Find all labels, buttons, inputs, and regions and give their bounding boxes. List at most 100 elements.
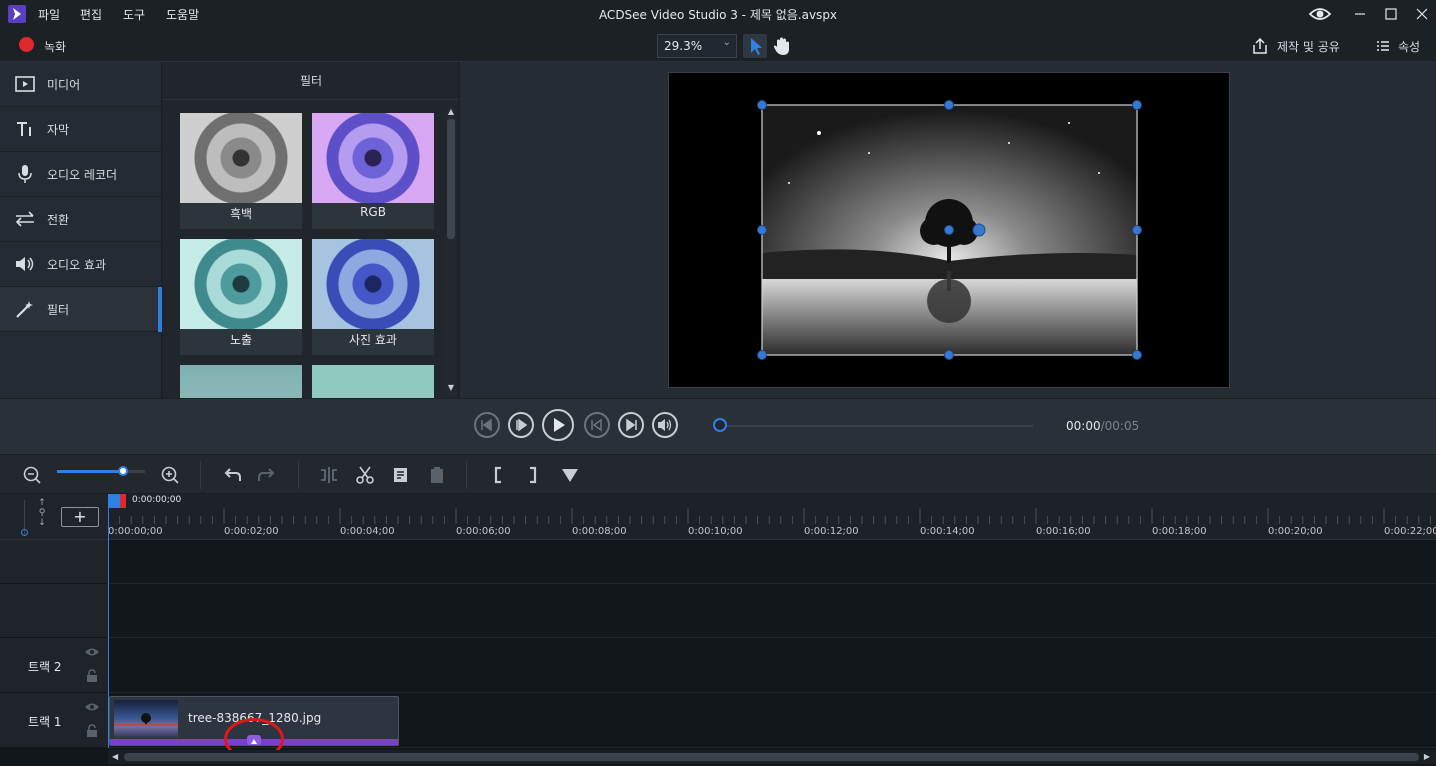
track-header-empty <box>0 584 108 638</box>
filter-preview-image <box>312 113 434 203</box>
maximize-button[interactable] <box>1381 4 1401 24</box>
share-button[interactable]: 제작 및 공유 <box>1250 34 1360 58</box>
track-header-2: 트랙 2 <box>0 638 108 693</box>
zoom-slider-handle[interactable] <box>118 466 128 476</box>
tick-label: 0:00:14;00 <box>920 526 975 537</box>
divider <box>298 461 299 489</box>
properties-button[interactable]: 속성 <box>1374 34 1430 58</box>
scroll-down-icon[interactable]: ▼ <box>446 383 456 392</box>
transport-bar: 00:00/00:05 <box>0 398 1436 454</box>
track-row-empty[interactable] <box>108 540 1436 584</box>
step-back-icon <box>481 418 492 432</box>
track-height-handle[interactable] <box>21 529 28 536</box>
track-row-2[interactable] <box>108 638 1436 693</box>
filter-thumb-rgb[interactable]: RGB <box>312 113 434 229</box>
go-end-button[interactable] <box>618 412 644 438</box>
prev-frame-button[interactable] <box>474 412 500 438</box>
mark-in-button[interactable] <box>486 463 510 487</box>
clip-thumbnail <box>114 700 178 738</box>
cut-button[interactable] <box>353 463 377 487</box>
skip-end-icon <box>626 418 637 432</box>
filter-thumb-blur[interactable] <box>180 365 302 398</box>
list-icon <box>1377 41 1389 51</box>
track-row-empty[interactable] <box>108 584 1436 638</box>
add-marker-button[interactable] <box>558 463 582 487</box>
copy-button[interactable] <box>389 463 413 487</box>
zoom-select[interactable]: 29.3% ⌄ <box>657 34 737 58</box>
filter-scrollbar[interactable]: ▲ ▼ <box>446 107 456 397</box>
magic-wand-icon <box>14 299 36 319</box>
filter-preview-image <box>312 239 434 329</box>
next-frame-button[interactable] <box>508 412 534 438</box>
zoom-value: 29.3% <box>664 39 703 53</box>
play-button[interactable] <box>542 409 574 441</box>
filter-preview-image <box>312 365 434 398</box>
visibility-eye-icon[interactable] <box>84 646 100 658</box>
zoom-out-button[interactable] <box>20 463 44 487</box>
filter-preview-image <box>180 365 302 398</box>
timeline-ruler[interactable]: 0:00:00;00 0:00:00;00 0:00:02;00 0:00:04… <box>108 494 1436 540</box>
sidebar-item-text[interactable]: 자막 <box>0 107 162 152</box>
lock-icon[interactable] <box>86 669 98 683</box>
select-tool-button[interactable] <box>743 34 767 58</box>
record-icon <box>19 37 34 52</box>
tick-label: 0:00:18;00 <box>1152 526 1207 537</box>
scroll-right-icon[interactable]: ▶ <box>1424 750 1430 764</box>
track-zoom-icon: ↑ ⚲ ↓ <box>38 498 46 528</box>
filter-thumb-exposure[interactable]: 노출 <box>180 239 302 355</box>
speaker-icon <box>14 254 36 274</box>
ruler-ticks <box>108 508 1431 524</box>
mark-out-icon <box>530 466 537 484</box>
track-label: 트랙 2 <box>28 660 62 674</box>
sidebar-item-transition[interactable]: 전환 <box>0 197 162 242</box>
pan-tool-button[interactable] <box>770 34 794 58</box>
add-track-button[interactable]: + <box>61 507 99 527</box>
track-header-empty <box>0 540 108 584</box>
sidebar-item-media[interactable]: 미디어 <box>0 62 162 107</box>
app-window: 파일 편집 도구 도움말 ACDSee Video Studio 3 - 제목 … <box>0 0 1436 766</box>
title-bar: 파일 편집 도구 도움말 ACDSee Video Studio 3 - 제목 … <box>0 0 1436 28</box>
close-button[interactable] <box>1412 4 1432 24</box>
filter-scroll-thumb[interactable] <box>447 119 455 239</box>
divider <box>466 461 467 489</box>
filter-thumb-color[interactable] <box>312 365 434 398</box>
sidebar-item-label: 오디오 레코더 <box>47 168 118 182</box>
preview-canvas[interactable] <box>668 72 1230 388</box>
mark-out-button[interactable] <box>521 463 545 487</box>
hand-icon <box>773 37 789 55</box>
volume-button[interactable] <box>652 412 678 438</box>
transition-icon <box>14 209 36 229</box>
play-icon <box>554 418 565 432</box>
undo-button[interactable] <box>220 463 244 487</box>
split-button[interactable] <box>317 463 341 487</box>
filter-thumb-grayscale[interactable]: 흑백 <box>180 113 302 229</box>
zoom-in-icon <box>161 466 179 484</box>
scroll-left-icon[interactable]: ◀ <box>112 750 118 764</box>
scroll-up-icon[interactable]: ▲ <box>446 107 456 116</box>
tick-label: 0:00:20;00 <box>1268 526 1323 537</box>
paste-button[interactable] <box>425 463 449 487</box>
lock-icon[interactable] <box>86 724 98 738</box>
timeline-scrollbar[interactable]: ◀ ▶ <box>108 750 1436 764</box>
go-start-button[interactable] <box>584 412 610 438</box>
record-button[interactable]: 녹화 <box>14 32 74 58</box>
redo-button[interactable] <box>255 463 279 487</box>
record-label: 녹화 <box>44 40 67 54</box>
filter-thumb-photo-effect[interactable]: 사진 효과 <box>312 239 434 355</box>
tick-label: 0:00:00;00 <box>108 526 163 537</box>
zoom-in-button[interactable] <box>158 463 182 487</box>
seek-track[interactable] <box>720 425 1033 427</box>
sidebar-item-audio-effect[interactable]: 오디오 효과 <box>0 242 162 287</box>
timeline-scroll-thumb[interactable] <box>124 753 1419 761</box>
zoom-slider[interactable] <box>57 466 145 476</box>
microphone-icon <box>14 164 36 184</box>
filter-label: 사진 효과 <box>349 333 397 347</box>
minimize-button[interactable] <box>1350 4 1370 24</box>
visibility-eye-icon[interactable] <box>84 701 100 713</box>
timeline: ↑ ⚲ ↓ + 0:00:00;00 0:00:00;00 0:00:02;00 0… <box>0 494 1436 766</box>
sidebar-item-audio-recorder[interactable]: 오디오 레코더 <box>0 152 162 197</box>
seek-handle[interactable] <box>713 418 727 432</box>
sidebar-item-label: 미디어 <box>47 78 81 92</box>
sidebar-item-filter[interactable]: 필터 <box>0 287 162 332</box>
preview-eye-icon[interactable] <box>1308 4 1332 24</box>
